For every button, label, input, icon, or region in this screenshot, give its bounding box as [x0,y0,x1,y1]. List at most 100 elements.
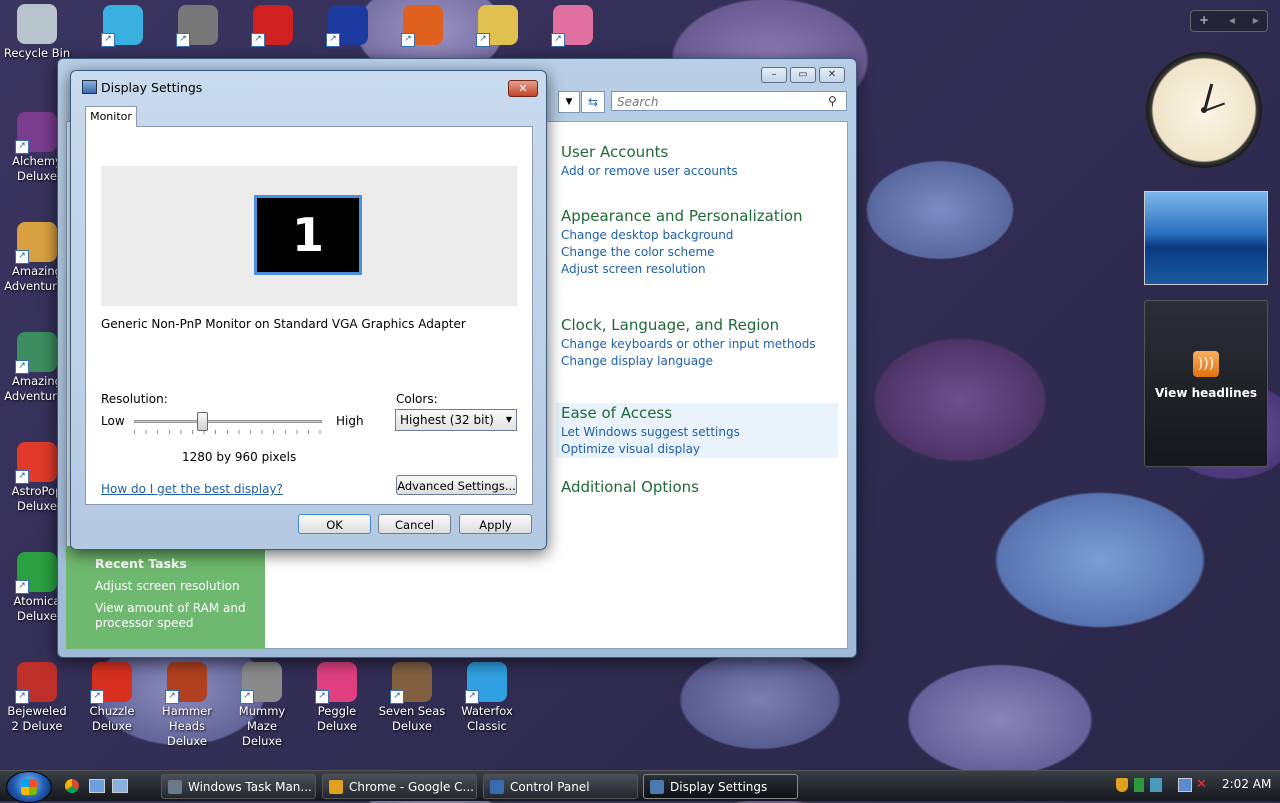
desktop-icon[interactable]: ↗ Waterfox Classic [452,662,522,734]
minimize-button[interactable]: – [761,67,787,83]
view-headlines-label[interactable]: View headlines [1145,386,1267,400]
desktop-icon[interactable]: ↗ Hammer Heads Deluxe [152,662,222,749]
clock-gadget[interactable] [1146,52,1262,168]
desktop-icon[interactable]: ↗ Mummy Maze Deluxe [227,662,297,749]
category-link[interactable]: Adjust screen resolution [561,261,843,278]
category-title[interactable]: Additional Options [561,477,843,498]
desktop-icon[interactable]: Recycle Bin [2,4,72,61]
high-label: High [336,414,364,428]
category-link[interactable]: Let Windows suggest settings [561,424,838,441]
desktop-icon-label: Waterfox Classic [461,704,513,733]
system-tray: ✕ [1112,776,1216,796]
app-icon: ↗ [15,442,57,484]
quick-launch-desktop-icon[interactable] [89,779,105,793]
sidebar-controls[interactable]: + ◂ ▸ [1190,10,1268,32]
clock[interactable]: 2:02 AM [1222,777,1271,791]
desktop-shortcut-icon[interactable]: ↗ [538,5,608,47]
feed-gadget[interactable]: ))) View headlines [1144,300,1268,467]
monitor-app-icon [82,80,97,94]
resolution-slider[interactable] [134,411,322,437]
desktop-shortcut-icon[interactable]: ↗ [238,5,308,47]
rss-icon: ))) [1193,351,1219,377]
desktop-icon-label: Seven Seas Deluxe [378,704,446,733]
search-input[interactable]: Search [611,91,847,111]
taskbar-button-label: Control Panel [510,780,590,794]
recent-task-link[interactable]: Adjust screen resolution [95,579,240,593]
category-title[interactable]: User Accounts [561,142,843,163]
dropdown-arrow[interactable]: ▼ [558,91,580,113]
monitor-number: 1 [291,208,324,262]
category-additional-options: Additional Options [501,477,843,523]
shortcut-arrow-icon: ↗ [15,470,29,484]
desktop-shortcut-icon[interactable]: ↗ [313,5,383,47]
desktop-shortcut-icon[interactable]: ↗ [163,5,233,47]
taskbar-button[interactable]: Control Panel [483,774,638,799]
desktop-icon-label: Bejeweled 2 Deluxe [7,704,67,733]
desktop-icon-label: Hammer Heads Deluxe [162,704,212,748]
tab-monitor[interactable]: Monitor [85,106,137,127]
search-icon[interactable]: ⚲ [828,94,837,108]
taskbar-button[interactable]: Windows Task Man... [161,774,316,799]
shortcut-arrow-icon: ↗ [390,690,404,704]
desktop-icon[interactable]: ↗ Chuzzle Deluxe [77,662,147,734]
battery-icon[interactable] [1134,778,1144,792]
shortcut-arrow-icon: ↗ [90,690,104,704]
cancel-button[interactable]: Cancel [378,514,451,534]
desktop-icon-label: Chuzzle Deluxe [89,704,135,733]
shortcut-arrow-icon: ↗ [240,690,254,704]
recent-tasks-title: Recent Tasks [95,556,187,571]
category-link[interactable]: Change the color scheme [561,244,843,261]
refresh-button[interactable]: ⇆ [581,91,605,113]
slideshow-gadget[interactable] [1144,191,1268,285]
desktop-icon[interactable]: ↗ Bejeweled 2 Deluxe [2,662,72,734]
category-link[interactable]: Change desktop background [561,227,843,244]
apply-button[interactable]: Apply [459,514,532,534]
volume-muted-icon[interactable]: ✕ [1196,777,1207,792]
desktop-shortcut-icon[interactable]: ↗ [463,5,533,47]
shield-icon[interactable] [1116,778,1128,792]
ok-button[interactable]: OK [298,514,371,534]
monitor-panel: 1 Generic Non-PnP Monitor on Standard VG… [85,126,533,505]
category-link[interactable]: Change keyboards or other input methods [561,336,843,353]
desktop-shortcut-icon[interactable]: ↗ [388,5,458,47]
shortcut-arrow-icon: ↗ [15,360,29,374]
category-link[interactable]: Add or remove user accounts [561,163,843,180]
desktop-icon[interactable]: ↗ Peggle Deluxe [302,662,372,734]
app-icon: ↗ [15,552,57,594]
advanced-settings-button[interactable]: Advanced Settings... [396,475,517,495]
start-button[interactable] [6,771,52,803]
close-window-button[interactable]: ✕ [819,67,845,83]
recent-task-link[interactable]: View amount of RAM and processor speed [95,601,255,631]
maximize-button[interactable]: ▭ [790,67,816,83]
app-icon: ↗ [15,112,57,154]
colors-select[interactable]: Highest (32 bit) ▼ [395,409,517,431]
display-icon[interactable] [1178,778,1192,792]
monitor-tile[interactable]: 1 [254,195,362,275]
dialog-close-button[interactable]: ✕ [508,80,538,97]
monitor-preview-area: 1 [101,166,517,306]
taskbar-button[interactable]: Chrome - Google C... [322,774,477,799]
category-link[interactable]: Change display language [561,353,843,370]
slider-thumb[interactable] [197,412,208,431]
desktop-shortcut-icon[interactable]: ↗ [88,5,158,47]
category-title[interactable]: Appearance and Personalization [561,206,843,227]
taskbar-app-icon [168,780,182,794]
category-title[interactable]: Clock, Language, and Region [561,315,843,336]
category-clock-language-and-region: Clock, Language, and Region Change keyboa… [501,315,843,370]
shortcut-arrow-icon: ↗ [165,690,179,704]
best-display-help-link[interactable]: How do I get the best display? [101,482,283,496]
taskbar-button[interactable]: Display Settings [643,774,798,799]
desktop-icon-label: Mummy Maze Deluxe [238,704,286,748]
app-icon: ↗ [315,662,357,704]
app-icon: ↗ [15,222,57,264]
add-gadget-icon[interactable]: + [1199,13,1209,27]
chevron-left-icon[interactable]: ◂ [1229,13,1235,27]
chevron-right-icon[interactable]: ▸ [1253,13,1259,27]
quick-launch-chrome-icon[interactable] [65,779,79,793]
quick-launch-switch-icon[interactable] [112,779,128,793]
category-link[interactable]: Optimize visual display [561,441,838,458]
desktop-icon[interactable]: ↗ Seven Seas Deluxe [377,662,447,734]
colors-select-value: Highest (32 bit) [400,413,494,427]
category-title[interactable]: Ease of Access [561,403,838,424]
network-icon[interactable] [1150,778,1162,792]
